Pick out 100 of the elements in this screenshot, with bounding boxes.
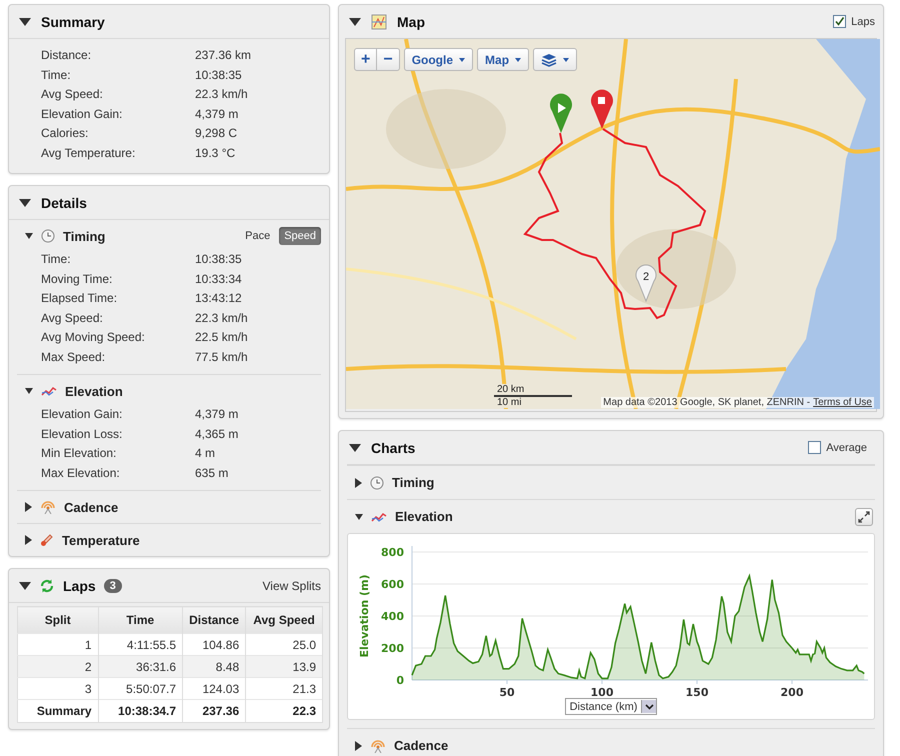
- stat-label: Elevation Gain:: [41, 407, 124, 422]
- toggle-button[interactable]: Pace: [240, 227, 276, 245]
- stat-value: 10:33:34: [195, 272, 243, 286]
- zoom-out-button[interactable]: −: [377, 48, 400, 71]
- column-header: Distance: [182, 606, 246, 634]
- stat-label: Calories:: [41, 126, 90, 140]
- stat-value: 9,298 C: [195, 126, 238, 140]
- section-title: Temperature: [62, 532, 140, 548]
- signal-icon: [40, 500, 56, 514]
- layers-icon: [541, 52, 558, 66]
- map-icon: [371, 14, 387, 30]
- section-title: Timing: [63, 228, 106, 244]
- line-graph-icon: [41, 385, 57, 397]
- count-badge: 3: [104, 578, 122, 592]
- table-cell: 3: [18, 678, 98, 700]
- stat-label: Time:: [41, 68, 72, 82]
- caret-icon[interactable]: [25, 502, 32, 512]
- table-cell: 22.3: [246, 700, 322, 722]
- table-cell: Summary: [18, 700, 98, 722]
- lap-marker-icon[interactable]: 2: [636, 264, 656, 302]
- y-tick-label: 0: [396, 674, 404, 687]
- thermometer-icon: [40, 533, 54, 547]
- panel-title: Laps: [63, 578, 96, 594]
- table-cell: 237.36: [182, 700, 246, 722]
- column-header: Split: [18, 606, 98, 634]
- start-marker-icon[interactable]: [550, 94, 572, 133]
- caret-icon[interactable]: [355, 740, 362, 750]
- section-title: Cadence: [394, 738, 448, 753]
- line-graph-icon: [371, 510, 387, 522]
- table-cell: 8.48: [182, 656, 246, 678]
- caret-icon[interactable]: [349, 444, 361, 452]
- caret-icon[interactable]: [19, 582, 31, 590]
- stat-label: Elevation Loss:: [41, 426, 124, 441]
- section-title: Elevation: [65, 384, 123, 398]
- section-title: Timing: [392, 475, 434, 490]
- stat-label: Avg Moving Speed:: [41, 330, 146, 344]
- section-title: Elevation: [395, 509, 453, 524]
- stat-value: 10:38:35: [195, 68, 243, 82]
- stat-label: Max Elevation:: [41, 466, 121, 480]
- checkbox-label: Laps: [851, 16, 875, 28]
- stat-label: Time:: [41, 252, 72, 266]
- table-cell: 36:31.6: [98, 656, 183, 678]
- stat-value: 4,379 m: [195, 407, 240, 422]
- stat-label: Avg Temperature:: [41, 146, 136, 160]
- stat-value: 19.3 °C: [195, 146, 236, 160]
- stat-value: 4,365 m: [195, 426, 240, 441]
- finish-marker-icon[interactable]: [591, 90, 613, 129]
- column-header: Avg Speed: [246, 606, 322, 634]
- terms-link[interactable]: Terms of Use: [813, 397, 872, 408]
- y-tick-label: 400: [381, 610, 404, 623]
- table-cell: 13.9: [246, 656, 322, 678]
- laps-checkbox[interactable]: [833, 15, 846, 28]
- chevron-down-icon: [644, 704, 654, 710]
- toggle-button[interactable]: Speed: [279, 227, 321, 245]
- provider-dropdown[interactable]: Google: [404, 48, 474, 71]
- signal-icon: [370, 738, 386, 752]
- x-tick-label: 200: [780, 686, 804, 698]
- stat-label: Elapsed Time:: [41, 291, 118, 306]
- section-title: Cadence: [64, 500, 118, 514]
- map-type-dropdown[interactable]: Map: [477, 48, 530, 71]
- refresh-icon: [39, 578, 55, 594]
- caret-icon[interactable]: [25, 535, 32, 545]
- clock-icon: [370, 476, 384, 490]
- stat-label: Avg Speed:: [41, 87, 104, 102]
- y-tick-label: 600: [381, 578, 404, 591]
- table-cell: 10:38:34.7: [98, 700, 183, 722]
- checkbox-label: Average: [826, 442, 867, 454]
- y-tick-label: 200: [381, 642, 404, 655]
- x-axis-dropdown[interactable]: Distance (km): [564, 698, 658, 715]
- panel-title: Summary: [41, 14, 105, 30]
- stat-label: Avg Speed:: [41, 310, 104, 325]
- caret-icon[interactable]: [349, 18, 361, 26]
- caret-icon[interactable]: [355, 514, 363, 520]
- table-cell: 124.03: [182, 678, 246, 700]
- layers-dropdown[interactable]: [533, 48, 578, 71]
- stat-label: Elevation Gain:: [41, 106, 124, 121]
- view-splits-link[interactable]: View Splits: [262, 578, 321, 592]
- panel-title: Details: [41, 194, 87, 210]
- stat-value: 237.36 km: [195, 48, 252, 62]
- caret-icon[interactable]: [19, 198, 31, 206]
- panel-title: Map: [397, 14, 425, 30]
- stat-value: 4,379 m: [195, 106, 240, 121]
- stat-label: Max Speed:: [41, 350, 106, 364]
- x-tick-label: 100: [590, 686, 614, 698]
- average-checkbox[interactable]: [808, 441, 822, 454]
- y-axis-title: Elevation (m): [358, 574, 371, 658]
- stat-value: 22.3 km/h: [195, 310, 249, 325]
- stat-label: Moving Time:: [41, 272, 114, 286]
- zoom-in-button[interactable]: +: [354, 48, 378, 71]
- stat-value: 22.5 km/h: [195, 330, 249, 344]
- caret-icon[interactable]: [25, 233, 33, 239]
- caret-icon[interactable]: [355, 478, 362, 488]
- stat-value: 77.5 km/h: [195, 350, 249, 364]
- caret-icon[interactable]: [19, 18, 31, 26]
- fullscreen-button[interactable]: [855, 508, 873, 526]
- stat-value: 635 m: [195, 466, 230, 480]
- caret-icon[interactable]: [25, 388, 33, 394]
- stat-label: Min Elevation:: [41, 446, 118, 460]
- table-cell: 2: [18, 656, 98, 678]
- stat-value: 10:38:35: [195, 252, 243, 266]
